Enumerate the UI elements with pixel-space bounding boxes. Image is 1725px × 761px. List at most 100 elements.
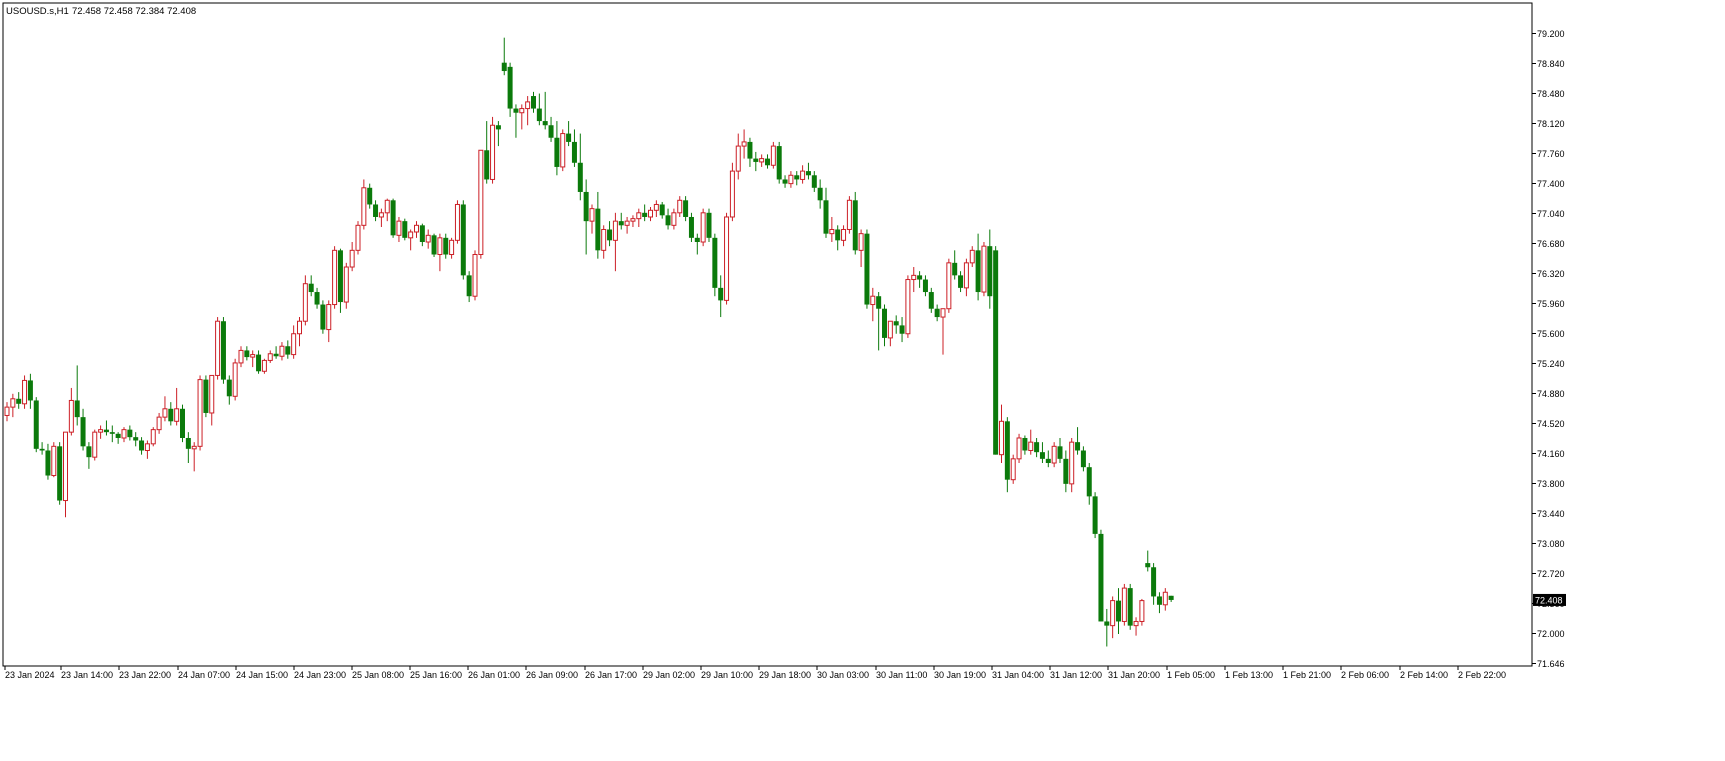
candle-body [419,225,425,242]
time-tick-label: 23 Jan 2024 [5,670,55,680]
candle [454,200,460,244]
candle-body [776,146,782,180]
candle-body [1004,421,1010,480]
candle [712,233,718,297]
candle [402,218,408,241]
candle-body [765,158,770,166]
candle-body [1039,452,1045,459]
candle-body [688,216,694,238]
price-tick-label: 73.800 [1537,479,1565,489]
time-tick-label: 29 Jan 10:00 [701,670,753,680]
candle-body [811,175,817,188]
candle-body [291,333,297,356]
candle [1139,598,1145,626]
candle [1016,433,1022,464]
candle-body [759,158,765,163]
time-tick-label: 23 Jan 22:00 [119,670,171,680]
candle [1069,437,1075,493]
candle-body [987,246,993,297]
candle [478,149,484,259]
candle-body [683,200,689,217]
candle-body [846,199,852,230]
candle-body [952,262,958,276]
candle-body [174,408,180,422]
chart-root[interactable]: USOUSD.s,H1 72.458 72.458 72.384 72.408 … [0,0,1725,756]
candle [355,221,361,255]
candle-body [513,108,519,113]
time-tick-label: 31 Jan 12:00 [1050,670,1102,680]
candle-body [817,187,823,201]
candle-body [343,266,349,303]
candle [57,442,63,505]
candle-body [203,379,209,413]
candle [180,404,185,443]
candle-body [700,212,706,243]
price-tick-label: 74.520 [1537,419,1565,429]
candle-body [905,279,911,335]
candle [946,258,952,313]
candle-body [607,229,613,241]
candle-body [601,228,607,251]
candle-body [27,380,33,401]
candle-body [349,249,355,268]
candle-body [560,133,566,168]
candle-body [1010,458,1016,481]
time-tick-label: 30 Jan 19:00 [934,670,986,680]
candle-body [185,437,191,449]
candle-body [729,170,735,218]
candle-body [712,237,718,288]
candle-body [577,162,583,192]
candle-body [180,408,185,438]
price-tick-label: 77.760 [1537,149,1565,159]
price-tick-label: 76.680 [1537,239,1565,249]
candle-body [566,133,572,142]
candle-body [10,398,16,408]
candle [864,229,870,309]
candle [203,375,209,418]
price-tick-label: 75.960 [1537,299,1565,309]
candle [724,212,730,305]
candle-body [519,108,525,114]
price-tick-label: 73.440 [1537,509,1565,519]
candle-body [215,320,221,376]
candle-body [267,353,273,361]
candle-body [1086,467,1092,497]
candle-body [835,229,841,241]
candle-body [1069,441,1075,485]
candle [150,427,156,447]
candle-body [437,237,443,256]
candle-body [928,292,934,309]
candle-body [1139,600,1145,622]
candle-body [139,440,145,451]
candle-body [16,398,22,404]
price-tick-label: 74.160 [1537,449,1565,459]
candle [22,375,28,409]
candle-body [490,124,496,180]
time-tick-label: 24 Jan 15:00 [236,670,288,680]
candle-body [103,429,109,433]
candle-body [45,450,51,476]
time-tick-label: 31 Jan 20:00 [1108,670,1160,680]
candle-body [870,295,876,306]
candle [846,196,852,234]
candle-body [975,250,981,293]
candle-body [39,448,45,451]
price-tick-label: 77.400 [1537,179,1565,189]
candle-body [958,275,964,288]
candle-body [484,150,490,180]
candle-body [326,304,332,331]
candle [1121,583,1127,626]
candle [700,208,706,247]
candle-body [571,141,577,163]
price-tick-label: 78.480 [1537,89,1565,99]
candle-body [1127,588,1133,626]
time-tick-label: 2 Feb 14:00 [1400,670,1448,680]
candle-body [4,406,10,416]
candle-body [378,212,384,218]
candle [332,246,338,309]
candle [390,198,396,238]
candle-body [893,321,899,326]
candle-body [337,250,343,303]
candle-body [934,308,940,318]
candlestick-chart[interactable]: USOUSD.s,H1 72.458 72.458 72.384 72.408 … [0,0,1725,756]
